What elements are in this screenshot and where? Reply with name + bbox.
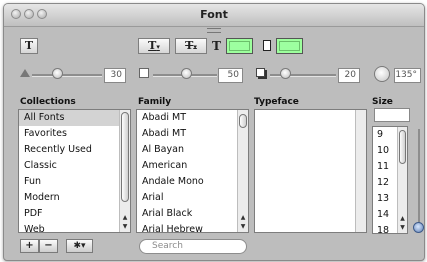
typeface-header: Typeface <box>254 97 299 107</box>
shadow-angle-dial[interactable] <box>374 66 390 82</box>
size-scrollbar[interactable]: ▲ ▼ <box>397 127 407 233</box>
text-color-icon: T <box>212 39 221 53</box>
list-item[interactable]: Favorites <box>19 126 130 142</box>
text-color-well[interactable] <box>226 38 253 54</box>
remove-collection-button[interactable]: − <box>39 239 58 253</box>
search-input[interactable]: Search <box>139 239 247 254</box>
action-menu-button[interactable]: ✱▾ <box>66 239 93 253</box>
list-item[interactable]: Abadi MT <box>137 110 248 126</box>
list-item[interactable]: Al Bayan <box>137 142 248 158</box>
scroll-thumb[interactable] <box>239 114 247 128</box>
font-panel-window: Font T T▾ T▾ T 30 50 20 135° Collections… <box>3 3 425 261</box>
title-bar: Font <box>4 4 424 27</box>
scroll-down-arrow-icon[interactable]: ▼ <box>398 223 407 232</box>
underline-button[interactable]: T▾ <box>138 38 170 54</box>
size-list[interactable]: 9 10 11 12 13 14 18 ▲ ▼ <box>372 126 408 234</box>
text-style-button[interactable]: T <box>20 38 38 54</box>
scroll-up-arrow-icon[interactable]: ▲ <box>398 214 407 223</box>
document-color-well[interactable] <box>276 38 303 54</box>
window-title: Font <box>200 8 228 21</box>
scroll-down-arrow-icon[interactable]: ▼ <box>238 222 248 231</box>
text-style-glyph: T <box>24 39 34 52</box>
shadow-offset-knob[interactable] <box>280 68 291 79</box>
size-slider-knob[interactable] <box>413 222 424 233</box>
shadow-offset-icon <box>256 68 265 77</box>
list-item[interactable]: American <box>137 158 248 174</box>
list-item[interactable]: Web <box>19 222 130 232</box>
list-item[interactable]: Fun <box>19 174 130 190</box>
size-input[interactable] <box>374 108 410 122</box>
scroll-up-arrow-icon[interactable]: ▲ <box>120 213 130 222</box>
typeface-scrollbar[interactable] <box>355 110 366 232</box>
list-item[interactable]: Arial Hebrew <box>137 222 248 232</box>
scroll-thumb[interactable] <box>399 130 406 164</box>
strikethrough-button[interactable]: T▾ <box>175 38 207 54</box>
list-item[interactable]: Classic <box>19 158 130 174</box>
shadow-blur-icon <box>139 68 149 78</box>
size-header: Size <box>372 97 393 107</box>
family-header: Family <box>138 97 172 107</box>
list-item[interactable]: PDF <box>19 206 130 222</box>
collections-scrollbar[interactable]: ▲ ▼ <box>119 110 130 232</box>
scroll-down-arrow-icon[interactable]: ▼ <box>120 222 130 231</box>
shadow-blur-knob[interactable] <box>181 68 192 79</box>
resize-grip-icon[interactable] <box>207 28 221 33</box>
typeface-list[interactable] <box>254 109 367 233</box>
scroll-thumb[interactable] <box>121 112 129 202</box>
list-item[interactable]: Recently Used <box>19 142 130 158</box>
list-item[interactable]: Andale Mono <box>137 174 248 190</box>
shadow-opacity-icon <box>20 69 30 77</box>
list-item[interactable]: All Fonts <box>19 110 130 126</box>
shadow-angle-field[interactable]: 135° <box>394 68 421 83</box>
chevron-down-icon: ▾ <box>193 42 197 51</box>
family-list[interactable]: Abadi MT Abadi MT Al Bayan American Anda… <box>136 109 249 233</box>
list-item[interactable]: Arial Black <box>137 206 248 222</box>
document-icon <box>263 40 271 51</box>
chevron-down-icon: ▾ <box>156 42 160 51</box>
list-item[interactable]: Modern <box>19 190 130 206</box>
list-item[interactable]: Abadi MT <box>137 126 248 142</box>
family-scrollbar[interactable]: ▲ ▼ <box>237 110 248 232</box>
shadow-offset-field[interactable]: 20 <box>338 68 360 83</box>
shadow-opacity-field[interactable]: 30 <box>104 68 126 83</box>
scroll-up-arrow-icon[interactable]: ▲ <box>238 213 248 222</box>
collections-header: Collections <box>20 97 76 107</box>
add-collection-button[interactable]: + <box>20 239 39 253</box>
size-slider-track[interactable] <box>418 129 420 225</box>
list-item[interactable]: Arial <box>137 190 248 206</box>
shadow-opacity-track[interactable] <box>32 74 102 77</box>
shadow-opacity-knob[interactable] <box>52 68 63 79</box>
collections-list[interactable]: All Fonts Favorites Recently Used Classi… <box>18 109 131 233</box>
shadow-blur-field[interactable]: 50 <box>218 68 243 83</box>
